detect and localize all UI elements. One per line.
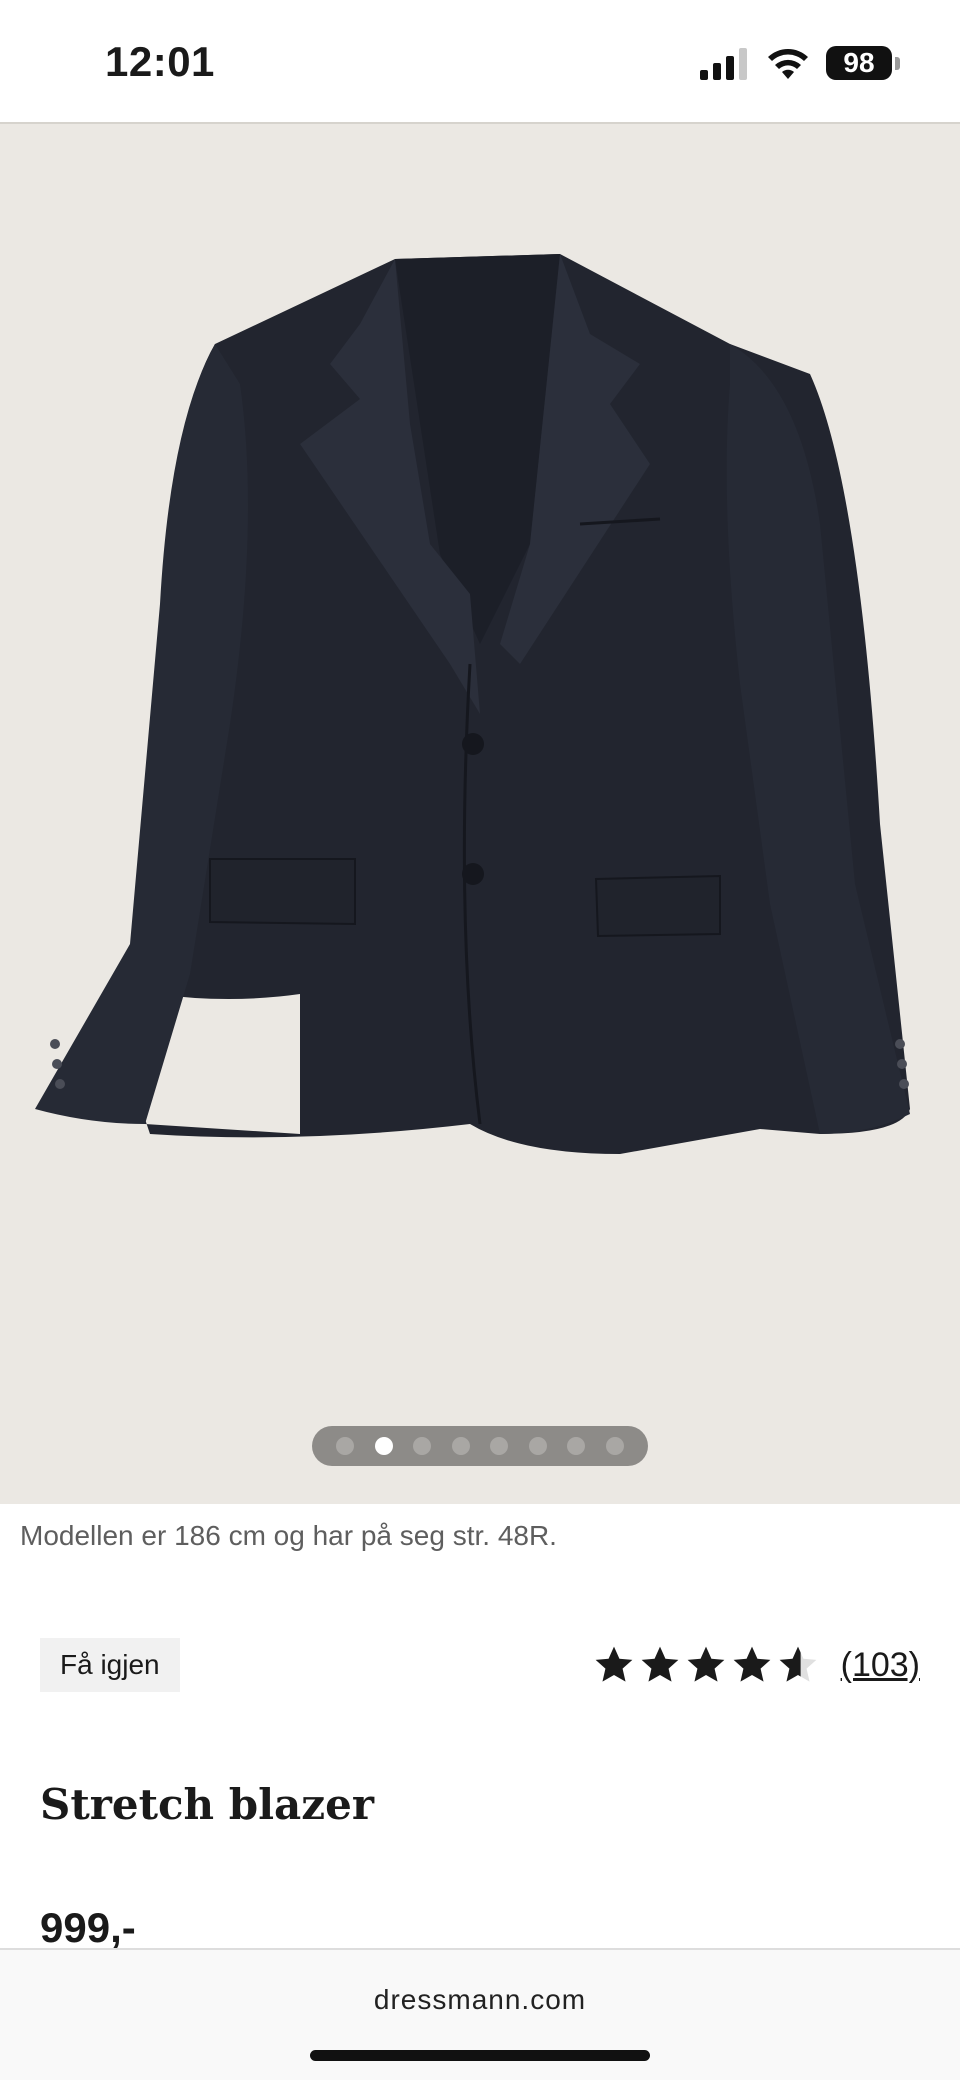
model-info: Modellen er 186 cm og har på seg str. 48…: [20, 1520, 557, 1551]
carousel-dot[interactable]: [567, 1437, 586, 1455]
carousel-dot[interactable]: [528, 1437, 547, 1455]
carousel-dot[interactable]: [451, 1437, 470, 1455]
home-indicator[interactable]: [310, 2050, 650, 2061]
star-icon: [733, 1646, 770, 1682]
signal-icon: [700, 48, 747, 80]
status-bar: 12:01 98: [0, 0, 960, 124]
product-price: 999,-: [40, 1904, 136, 1951]
blazer-illustration: [35, 254, 910, 1154]
rating-stars: [593, 1644, 819, 1686]
battery-nub: [895, 57, 900, 70]
star-icon: [687, 1646, 724, 1682]
reminder-tag: Få igjen: [40, 1638, 180, 1692]
carousel-dot-active[interactable]: [374, 1437, 393, 1455]
carousel-dot[interactable]: [336, 1437, 355, 1455]
review-count-link[interactable]: (103): [841, 1646, 920, 1685]
carousel-dot[interactable]: [490, 1437, 509, 1455]
star-half-icon: [779, 1646, 816, 1682]
battery-level: 98: [843, 47, 875, 78]
star-icon: [641, 1646, 678, 1682]
reminder-label: Få igjen: [60, 1649, 160, 1680]
url-text[interactable]: dressmann.com: [0, 1984, 960, 2016]
product-title: Stretch blazer: [40, 1780, 374, 1829]
wifi-icon: [768, 49, 808, 79]
product-image[interactable]: [0, 124, 960, 1504]
carousel-dots[interactable]: [312, 1426, 648, 1466]
status-time: 12:01: [105, 38, 215, 85]
battery-icon: 98: [826, 46, 892, 80]
carousel-dot[interactable]: [413, 1437, 432, 1455]
browser-url-bar[interactable]: dressmann.com: [0, 1948, 960, 2080]
star-icon: [595, 1646, 632, 1682]
carousel-dot[interactable]: [605, 1437, 624, 1455]
rating[interactable]: (103): [593, 1640, 920, 1690]
